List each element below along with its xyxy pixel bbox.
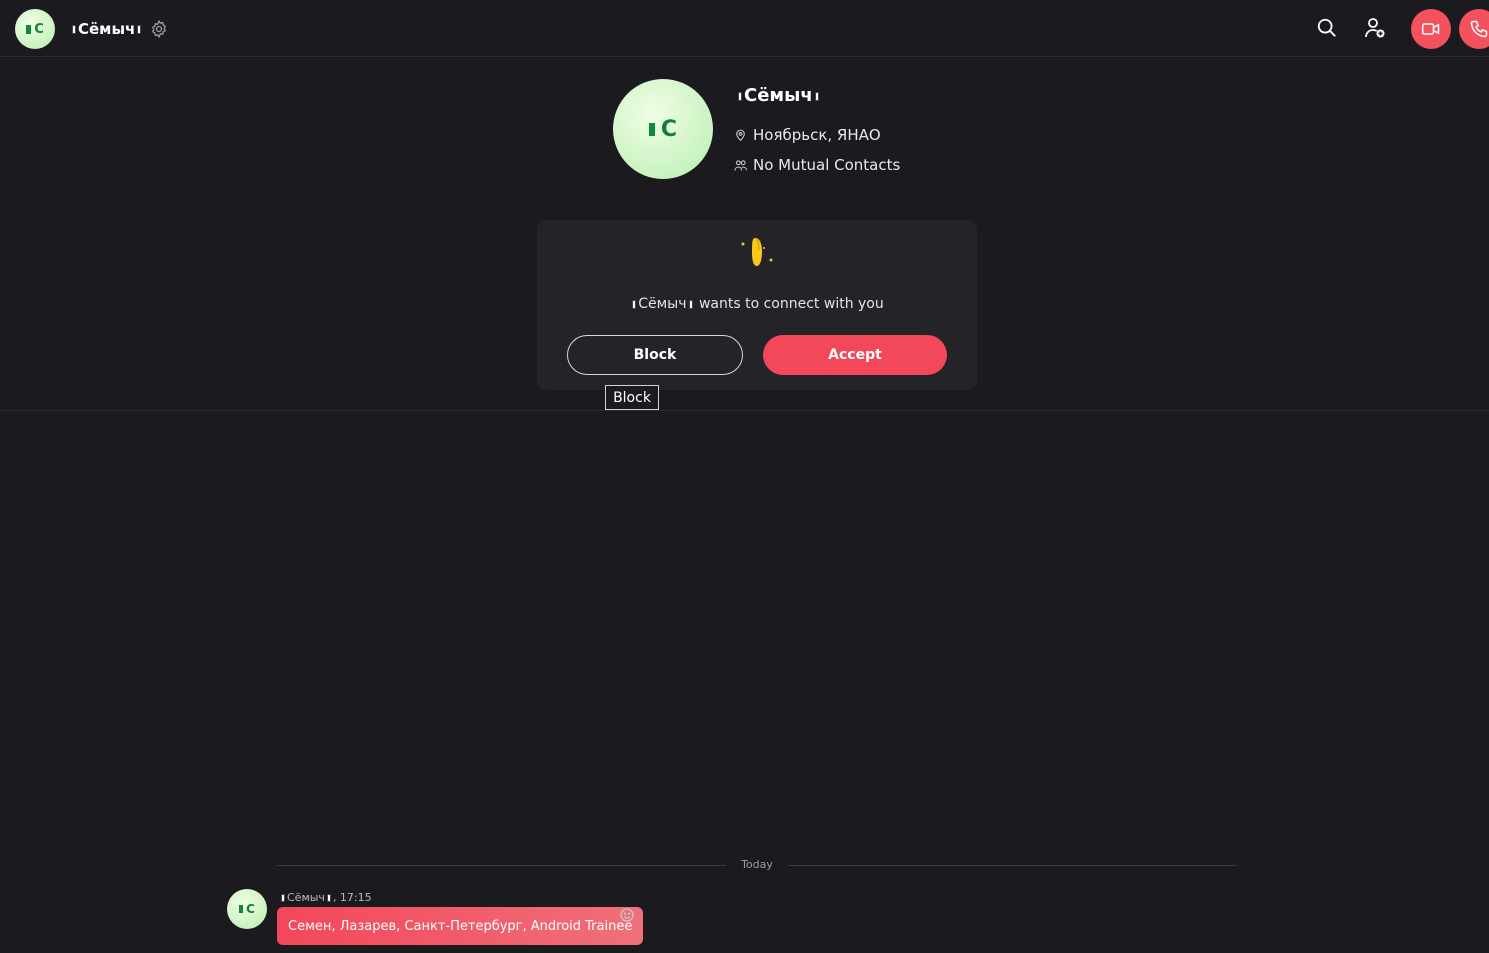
profile-avatar: C <box>613 79 713 179</box>
connect-request-text: Сёмыч wants to connect with you <box>537 296 977 312</box>
add-contact-icon[interactable] <box>1361 14 1389 42</box>
search-icon[interactable] <box>1313 14 1341 42</box>
location-text: Ноябрьск, ЯНАО <box>753 126 881 144</box>
profile-name-text: Сёмыч <box>744 85 813 106</box>
date-divider-line-right <box>788 865 1237 866</box>
section-divider <box>0 410 1489 411</box>
request-message: wants to connect with you <box>698 296 884 312</box>
avatar-emoji-glyph <box>26 24 32 34</box>
name-emoji-right <box>326 894 331 902</box>
phone-call-icon[interactable] <box>1459 9 1489 49</box>
message-avatar[interactable]: C <box>227 889 267 929</box>
name-emoji-right <box>688 299 693 309</box>
accept-button[interactable]: Accept <box>763 335 947 375</box>
contacts-icon <box>734 159 747 170</box>
waving-hand-icon <box>736 234 778 274</box>
request-name: Сёмыч <box>638 296 687 312</box>
message-avatar-initial: C <box>246 902 255 916</box>
date-divider-line-left <box>277 865 726 866</box>
name-emoji-left <box>281 894 285 902</box>
avatar-emoji-glyph <box>239 905 244 913</box>
name-emoji-left <box>632 299 637 309</box>
message-text: Семен, Лазарев, Санкт-Петербург, Android… <box>288 918 633 934</box>
chat-header: C Сёмыч <box>0 0 1489 57</box>
name-emoji-right <box>814 91 819 101</box>
profile-avatar-initial: C <box>660 116 678 142</box>
message-bubble[interactable]: Семен, Лазарев, Санкт-Петербург, Android… <box>277 907 644 945</box>
header-avatar[interactable]: C <box>15 9 55 49</box>
emoji-icon[interactable] <box>619 907 635 923</box>
message-time: , 17:15 <box>332 891 372 904</box>
message-meta: Сёмыч , 17:15 <box>279 891 372 904</box>
header-name-text: Сёмыч <box>78 20 136 38</box>
avatar-emoji-glyph <box>648 122 655 136</box>
header-contact-name[interactable]: Сёмыч <box>70 20 143 38</box>
name-emoji-left <box>738 91 742 101</box>
video-call-icon[interactable] <box>1411 9 1451 49</box>
header-avatar-initial: C <box>34 21 44 37</box>
date-divider-label: Today <box>741 858 773 871</box>
block-tooltip: Block <box>605 385 659 410</box>
location-pin-icon <box>736 129 745 142</box>
profile-mutual-contacts: No Mutual Contacts <box>734 156 900 174</box>
block-button[interactable]: Block <box>567 335 743 375</box>
profile-name: Сёмыч <box>736 85 821 106</box>
settings-gear-icon[interactable] <box>149 19 169 39</box>
name-emoji-right <box>137 25 142 34</box>
message-sender: Сёмыч <box>287 891 325 904</box>
name-emoji-left <box>72 25 76 34</box>
mutual-contacts-text: No Mutual Contacts <box>753 156 901 174</box>
profile-location: Ноябрьск, ЯНАО <box>734 126 881 144</box>
